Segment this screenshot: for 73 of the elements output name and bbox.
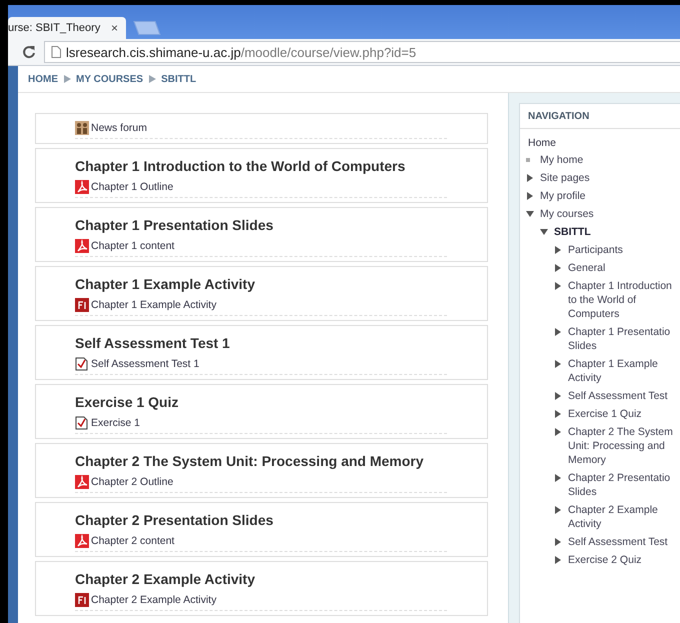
address-field[interactable]: lsresearch.cis.shimane-u.ac.jp/moodle/course/view.php?id=5 (44, 41, 680, 63)
nav-item[interactable]: General (568, 261, 678, 275)
quiz-icon (75, 416, 89, 430)
flash-icon (75, 593, 89, 607)
pdf-icon (75, 180, 89, 194)
section-title: Chapter 2 The System Unit: Processing and Memory (75, 452, 425, 469)
nav-item[interactable]: Site pages (540, 171, 650, 185)
section-title: Chapter 1 Presentation Slides (75, 216, 274, 233)
collapsed-arrow-icon[interactable] (554, 538, 562, 546)
nav-item[interactable]: Participants (568, 243, 678, 257)
collapsed-arrow-icon[interactable] (554, 392, 562, 400)
pdf-icon (75, 475, 89, 489)
collapsed-arrow-icon[interactable] (526, 174, 534, 182)
nav-link[interactable]: Home (520, 137, 680, 149)
nav-item[interactable]: Chapter 2 Presentatio Slides (568, 471, 678, 499)
nav-item[interactable]: Chapter 1 Presentatio Slides (568, 325, 678, 353)
pdf-icon (75, 239, 89, 253)
block-title: NAVIGATION (528, 110, 590, 122)
section-title: Chapter 2 Example Activity (75, 570, 256, 587)
nav-item[interactable]: Exercise 1 Quiz (568, 407, 678, 421)
flash-icon (75, 298, 89, 312)
collapsed-arrow-icon[interactable] (526, 192, 534, 200)
reload-icon[interactable] (22, 45, 36, 59)
activity-link[interactable]: Chapter 2 Outline (91, 476, 174, 488)
tab-title: urse: SBIT_Theory (8, 22, 100, 34)
nav-item[interactable]: My home (540, 153, 650, 167)
collapsed-arrow-icon[interactable] (554, 506, 562, 514)
bullet-icon (526, 158, 530, 162)
activity-link[interactable]: Chapter 1 Example Activity (91, 299, 216, 311)
activity-link[interactable]: Chapter 1 content (91, 240, 174, 252)
breadcrumb-link[interactable]: HOME (28, 74, 58, 84)
section-title: Chapter 1 Example Activity (75, 275, 256, 292)
section-title: Self Assessment Test 1 (75, 334, 231, 351)
pdf-icon (75, 534, 89, 548)
activity-link[interactable]: Chapter 2 content (91, 535, 174, 547)
breadcrumb-link[interactable]: MY COURSES (76, 74, 144, 84)
nav-item[interactable]: Self Assessment Test (568, 389, 678, 403)
close-icon[interactable]: × (110, 21, 118, 35)
collapsed-arrow-icon[interactable] (554, 282, 562, 290)
nav-item[interactable]: Self Assessment Test (568, 535, 678, 549)
page-icon (51, 46, 61, 58)
activity-link[interactable]: Self Assessment Test 1 (91, 358, 200, 370)
activity-link[interactable]: News forum (91, 122, 148, 134)
collapsed-arrow-icon[interactable] (554, 410, 562, 418)
collapsed-arrow-icon[interactable] (554, 328, 562, 336)
nav-item[interactable]: SBITTL (554, 225, 664, 239)
expanded-arrow-icon[interactable] (540, 228, 548, 236)
nav-item[interactable]: Chapter 1 Example Activity (568, 357, 678, 385)
expanded-arrow-icon[interactable] (526, 210, 534, 218)
collapsed-arrow-icon[interactable] (554, 556, 562, 564)
breadcrumb-link[interactable]: SBITTL (161, 74, 196, 84)
separator-icon (148, 75, 156, 83)
collapsed-arrow-icon[interactable] (554, 360, 562, 368)
nav-item[interactable]: Chapter 2 The System Unit: Processing and Memory (568, 425, 678, 467)
collapsed-arrow-icon[interactable] (554, 246, 562, 254)
activity-link[interactable]: Chapter 2 Example Activity (91, 594, 216, 606)
forum-icon (75, 121, 89, 135)
nav-item[interactable]: Chapter 2 Example Activity (568, 503, 678, 531)
nav-item[interactable]: Chapter 1 Introduction to the World of Computers (568, 279, 678, 321)
section-title: Chapter 2 Presentation Slides (75, 511, 274, 528)
collapsed-arrow-icon[interactable] (554, 428, 562, 436)
browser-tab[interactable]: urse: SBIT_Theory × (8, 17, 126, 39)
section-title: Chapter 1 Introduction to the World of Computers (75, 157, 406, 174)
activity-link[interactable]: Chapter 1 Outline (91, 181, 174, 193)
separator-icon (63, 75, 71, 83)
nav-item[interactable]: Exercise 2 Quiz (568, 553, 678, 567)
section-title: Exercise 1 Quiz (75, 393, 180, 410)
collapsed-arrow-icon[interactable] (554, 264, 562, 272)
activity-link[interactable]: Exercise 1 (91, 417, 140, 429)
nav-item[interactable]: My courses (540, 207, 650, 221)
nav-item[interactable]: My profile (540, 189, 650, 203)
collapsed-arrow-icon[interactable] (554, 474, 562, 482)
quiz-icon (75, 357, 89, 371)
